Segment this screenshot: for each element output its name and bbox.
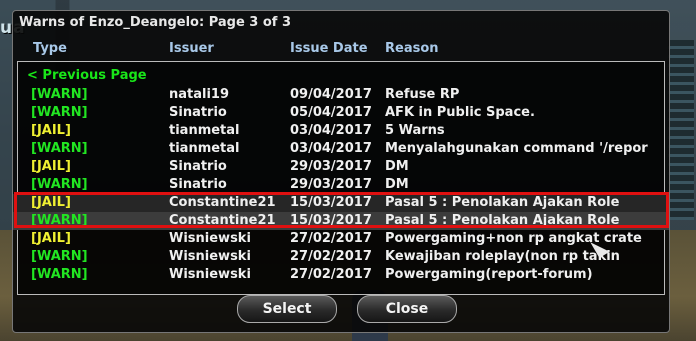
row-type: [WARN] (31, 267, 88, 282)
row-date: 27/02/2017 (290, 249, 372, 264)
column-header-type: Type (33, 41, 67, 56)
row-type: [JAIL] (31, 231, 71, 246)
row-date: 03/04/2017 (290, 141, 372, 156)
row-issuer: Wisniewski (169, 249, 251, 264)
row-type: [JAIL] (31, 159, 71, 174)
row-date: 15/03/2017 (290, 213, 372, 228)
row-reason: Menyalahgunakan command '/repor (385, 141, 648, 156)
background-grate (668, 40, 694, 220)
list-item[interactable]: [WARN] Wisniewski 27/02/2017 Powergaming… (13, 266, 669, 284)
row-type: [WARN] (31, 177, 88, 192)
list-item[interactable]: [WARN] Sinatrio 05/04/2017 AFK in Public… (13, 104, 669, 122)
row-issuer: tianmetal (169, 141, 240, 156)
list-item[interactable]: [WARN] Sinatrio 29/03/2017 DM (13, 176, 669, 194)
row-type: [WARN] (31, 249, 88, 264)
list-item[interactable]: [WARN] tianmetal 03/04/2017 Menyalahguna… (13, 140, 669, 158)
row-reason: Powergaming(report-forum) (385, 267, 593, 282)
row-issuer: tianmetal (169, 123, 240, 138)
list-item[interactable]: [WARN] natali19 09/04/2017 Refuse RP (13, 86, 669, 104)
row-type: [WARN] (31, 105, 88, 120)
row-date: 29/03/2017 (290, 177, 372, 192)
row-type: [JAIL] (31, 123, 71, 138)
select-button[interactable]: Select (237, 295, 337, 323)
row-reason: Kewajiban roleplay(non rp takin (385, 249, 620, 264)
row-date: 05/04/2017 (290, 105, 372, 120)
list-item[interactable]: [WARN] Wisniewski 27/02/2017 Kewajiban r… (13, 248, 669, 266)
list-item[interactable]: [JAIL] Sinatrio 29/03/2017 DM (13, 158, 669, 176)
row-type: [WARN] (31, 213, 88, 228)
previous-page-link[interactable]: < Previous Page (27, 68, 147, 83)
dialog-title: Warns of Enzo_Deangelo: Page 3 of 3 (19, 15, 292, 30)
row-issuer: Sinatrio (169, 105, 227, 120)
list-item[interactable]: [JAIL] Constantine21 15/03/2017 Pasal 5 … (13, 194, 669, 212)
row-reason: Refuse RP (385, 87, 460, 102)
row-issuer: Sinatrio (169, 177, 227, 192)
row-reason: Pasal 5 : Penolakan Ajakan Role (385, 195, 620, 210)
column-header-issuer: Issuer (169, 41, 214, 56)
row-issuer: Wisniewski (169, 267, 251, 282)
list-item[interactable]: [JAIL] Wisniewski 27/02/2017 Powergaming… (13, 230, 669, 248)
row-type: [WARN] (31, 87, 88, 102)
row-issuer: Wisniewski (169, 231, 251, 246)
list-item-selected[interactable]: [WARN] Constantine21 15/03/2017 Pasal 5 … (13, 212, 669, 230)
row-date: 15/03/2017 (290, 195, 372, 210)
row-reason: DM (385, 177, 409, 192)
column-header-date: Issue Date (290, 41, 368, 56)
row-date: 09/04/2017 (290, 87, 372, 102)
warns-dialog: Warns of Enzo_Deangelo: Page 3 of 3 Type… (12, 10, 670, 333)
close-button[interactable]: Close (357, 295, 457, 323)
row-issuer: Sinatrio (169, 159, 227, 174)
row-issuer: Constantine21 (169, 195, 276, 210)
column-header-reason: Reason (385, 41, 439, 56)
row-issuer: natali19 (169, 87, 230, 102)
row-date: 29/03/2017 (290, 159, 372, 174)
list-item[interactable]: [JAIL] tianmetal 03/04/2017 5 Warns (13, 122, 669, 140)
row-reason: AFK in Public Space. (385, 105, 535, 120)
warns-rows: [WARN] natali19 09/04/2017 Refuse RP [WA… (13, 86, 669, 284)
row-date: 27/02/2017 (290, 231, 372, 246)
row-date: 03/04/2017 (290, 123, 372, 138)
row-type: [JAIL] (31, 195, 71, 210)
row-reason: Pasal 5 : Penolakan Ajakan Role (385, 213, 620, 228)
row-date: 27/02/2017 (290, 267, 372, 282)
row-issuer: Constantine21 (169, 213, 276, 228)
row-reason: Powergaming+non rp angkat crate (385, 231, 642, 246)
row-reason: 5 Warns (385, 123, 445, 138)
row-type: [WARN] (31, 141, 88, 156)
row-reason: DM (385, 159, 409, 174)
